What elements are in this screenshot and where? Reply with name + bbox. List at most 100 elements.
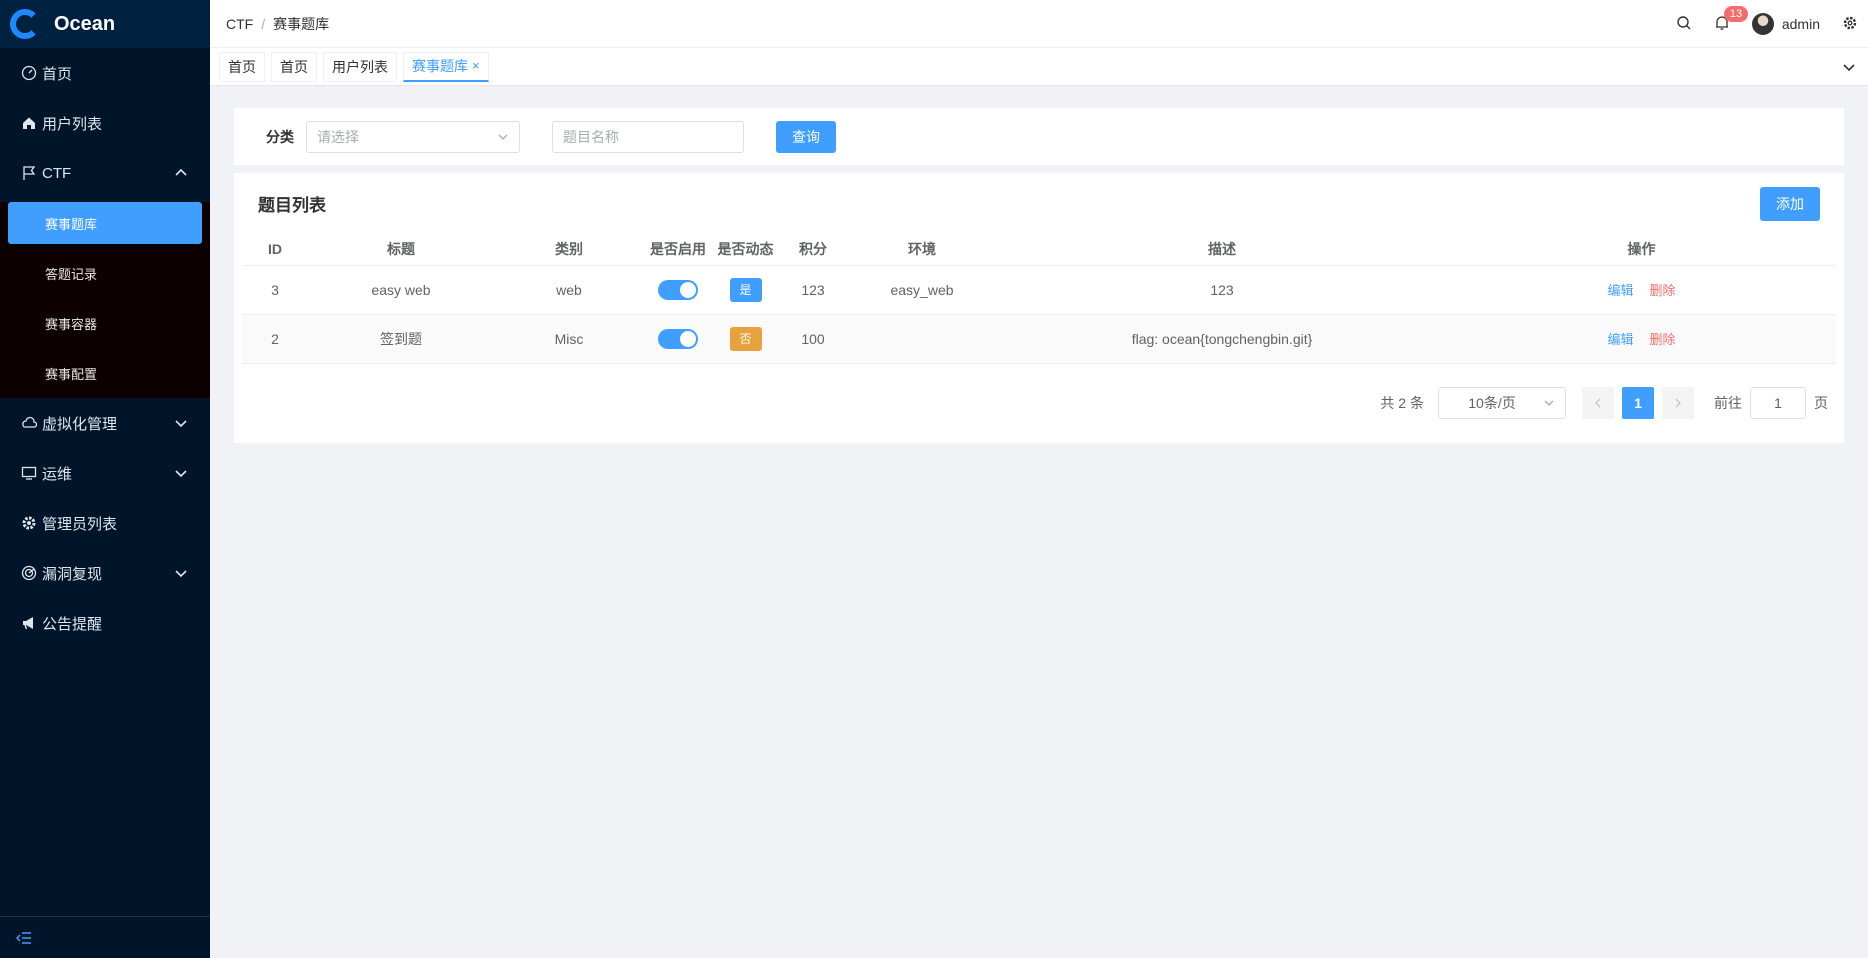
notification-bell[interactable]: 13 xyxy=(1714,5,1749,34)
app-logo[interactable]: Ocean xyxy=(0,0,210,48)
cell-score: 123 xyxy=(779,265,847,315)
goto-label: 前往 xyxy=(1714,395,1742,411)
sidebar-item-home[interactable]: 首页 xyxy=(0,48,210,98)
cell-actions: 编辑 删除 xyxy=(1447,314,1836,364)
next-page-button[interactable] xyxy=(1662,387,1694,419)
sidebar-item-vuln-repro[interactable]: 漏洞复现 xyxy=(0,548,210,598)
tab-users[interactable]: 用户列表 xyxy=(323,51,397,82)
enabled-toggle[interactable] xyxy=(658,328,698,349)
tab-challenge-bank[interactable]: 赛事题库 × xyxy=(403,51,489,82)
pagination-total: 共 2 条 xyxy=(1380,395,1424,411)
breadcrumb: CTF / 赛事题库 xyxy=(226,14,329,34)
tab-label: 首页 xyxy=(280,58,308,75)
add-button[interactable]: 添加 xyxy=(1760,187,1820,221)
ocean-logo-icon xyxy=(10,9,40,39)
category-select[interactable]: 请选择 xyxy=(306,120,520,153)
sidebar-item-label: 虚拟化管理 xyxy=(42,415,118,433)
cell-title: easy web xyxy=(308,265,494,315)
chevron-down-icon xyxy=(175,420,187,428)
sidebar-item-users[interactable]: 用户列表 xyxy=(0,98,210,148)
tab-home-2[interactable]: 首页 xyxy=(271,51,317,82)
challenge-name-input[interactable]: 题目名称 xyxy=(552,120,744,153)
challenge-name-placeholder: 题目名称 xyxy=(563,128,619,145)
page-number-current[interactable]: 1 xyxy=(1622,387,1654,419)
notification-badge: 13 xyxy=(1723,5,1749,22)
chevron-right-icon xyxy=(1675,398,1681,408)
sidebar-item-containers[interactable]: 赛事容器 xyxy=(0,298,210,348)
settings-gear-icon[interactable] xyxy=(1842,15,1858,34)
tab-label: 首页 xyxy=(228,58,256,75)
table-row: 2 签到题 Misc 否 100 flag: ocean{tongchengbi… xyxy=(242,314,1836,364)
cell-env: easy_web xyxy=(847,265,997,315)
dynamic-tag: 否 xyxy=(729,326,762,351)
sidebar: Ocean 首页 用户列表 CTF 赛事题库 答题记录 赛事容器 赛事配置 虚拟… xyxy=(0,0,210,958)
breadcrumb-item[interactable]: CTF xyxy=(226,16,253,32)
sidebar-item-ctf[interactable]: CTF xyxy=(0,148,210,198)
sidebar-item-label: 答题记录 xyxy=(45,266,98,282)
top-header: CTF / 赛事题库 13 admin xyxy=(210,0,1868,48)
sidebar-item-config[interactable]: 赛事配置 xyxy=(0,348,210,398)
delete-link[interactable]: 删除 xyxy=(1650,332,1676,347)
enabled-toggle[interactable] xyxy=(658,279,698,300)
sidebar-item-label: 公告提醒 xyxy=(42,615,103,633)
cell-dynamic: 否 xyxy=(712,314,779,364)
tab-label: 用户列表 xyxy=(332,58,388,75)
chevron-down-icon xyxy=(175,570,187,578)
chevron-down-icon xyxy=(1544,400,1554,406)
username: admin xyxy=(1781,16,1820,32)
chevron-up-icon xyxy=(175,168,187,176)
query-button[interactable]: 查询 xyxy=(776,120,836,153)
dashboard-icon xyxy=(20,64,38,82)
goto-page-input[interactable]: 1 xyxy=(1750,387,1806,419)
sidebar-item-announcements[interactable]: 公告提醒 xyxy=(0,598,210,648)
edit-link[interactable]: 编辑 xyxy=(1607,332,1633,347)
megaphone-icon xyxy=(20,614,38,632)
delete-link[interactable]: 删除 xyxy=(1650,283,1676,298)
cell-actions: 编辑 删除 xyxy=(1447,265,1836,315)
sidebar-item-challenge-bank[interactable]: 赛事题库 xyxy=(8,202,202,244)
cell-dynamic: 是 xyxy=(712,265,779,315)
collapse-menu-icon xyxy=(16,931,31,944)
cell-enabled xyxy=(644,265,712,315)
sidebar-item-answer-records[interactable]: 答题记录 xyxy=(0,248,210,298)
cell-category: web xyxy=(494,265,644,315)
cell-desc: flag: ocean{tongchengbin.git} xyxy=(997,314,1447,364)
filter-bar: 分类 请选择 题目名称 查询 xyxy=(234,108,1844,165)
breadcrumb-item: 赛事题库 xyxy=(273,15,330,32)
sidebar-item-ops[interactable]: 运维 xyxy=(0,448,210,498)
sidebar-item-label: 漏洞复现 xyxy=(42,565,103,583)
column-header: 是否启用 xyxy=(644,233,712,266)
sidebar-item-admins[interactable]: 管理员列表 xyxy=(0,498,210,548)
edit-link[interactable]: 编辑 xyxy=(1607,283,1633,298)
sidebar-item-label: 赛事容器 xyxy=(45,316,98,332)
table-header-row: ID 标题 类别 是否启用 是否动态 积分 环境 描述 操作 xyxy=(242,233,1836,266)
collapse-menu-button[interactable] xyxy=(0,916,210,958)
category-placeholder: 请选择 xyxy=(317,128,359,145)
challenge-table: ID 标题 类别 是否启用 是否动态 积分 环境 描述 操作 3 easy we… xyxy=(242,233,1836,364)
column-header: 是否动态 xyxy=(712,233,779,266)
radar-icon xyxy=(20,564,38,582)
column-header: 操作 xyxy=(1447,233,1836,266)
sidebar-item-virtualization[interactable]: 虚拟化管理 xyxy=(0,398,210,448)
monitor-icon xyxy=(20,464,38,482)
cell-score: 100 xyxy=(779,314,847,364)
table-row: 3 easy web web 是 123 easy_web 123 编辑 删除 xyxy=(242,265,1836,315)
avatar xyxy=(1751,13,1774,35)
column-header: 环境 xyxy=(847,233,997,266)
gear-icon xyxy=(20,514,38,532)
search-icon[interactable] xyxy=(1676,15,1692,34)
user-menu[interactable]: admin xyxy=(1751,13,1820,35)
page-size-select[interactable]: 10条/页 xyxy=(1438,387,1566,419)
chevron-down-icon[interactable] xyxy=(1842,60,1856,74)
tab-home[interactable]: 首页 xyxy=(219,51,265,82)
pagination: 共 2 条 10条/页 1 前往 1 页 xyxy=(1380,387,1828,419)
close-icon[interactable]: × xyxy=(472,52,480,80)
breadcrumb-separator: / xyxy=(261,15,266,32)
cell-id: 3 xyxy=(242,265,308,315)
cell-id: 2 xyxy=(242,314,308,364)
prev-page-button[interactable] xyxy=(1582,387,1614,419)
sidebar-item-label: 用户列表 xyxy=(42,115,103,133)
cell-category: Misc xyxy=(494,314,644,364)
column-header: 描述 xyxy=(997,233,1447,266)
challenge-list-panel: 题目列表 添加 ID 标题 类别 是否启用 是否动态 积分 环境 描述 操作 3… xyxy=(234,173,1844,443)
